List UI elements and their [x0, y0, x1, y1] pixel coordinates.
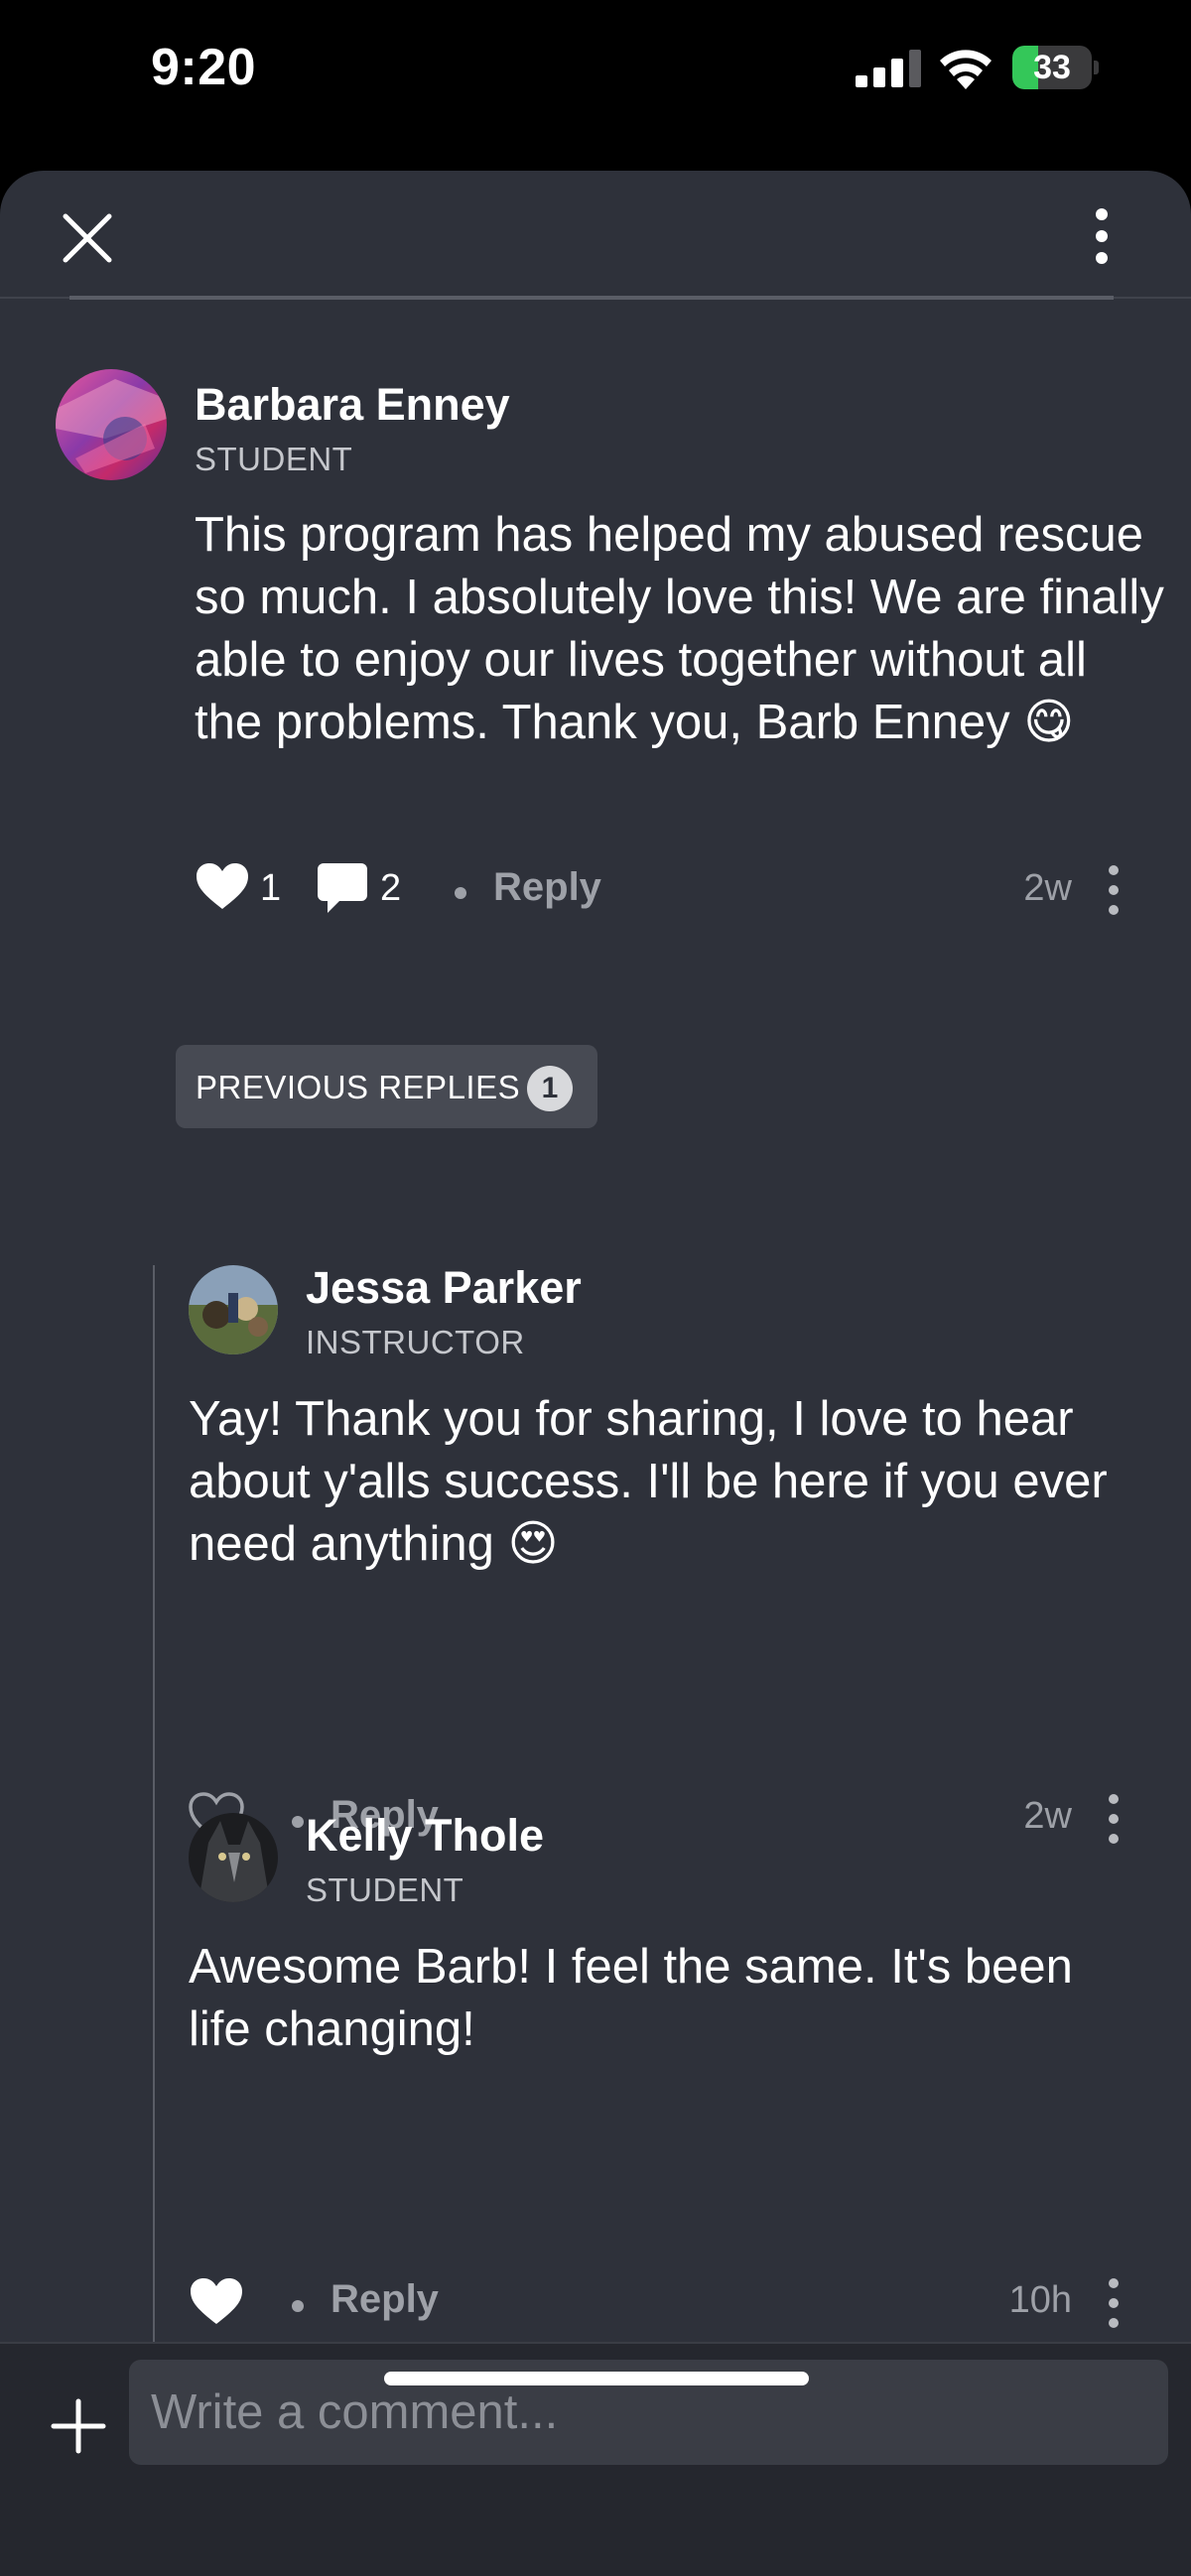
thread-line — [153, 1813, 155, 2355]
thread-line — [153, 1265, 155, 1847]
reply-author-role: STUDENT — [306, 1871, 464, 1908]
separator-dot — [292, 2300, 304, 2312]
composer-divider — [0, 2342, 1191, 2344]
reply-options-icon[interactable] — [1107, 2278, 1121, 2328]
comments-sheet: Barbara Enney STUDENT This program has h… — [0, 171, 1191, 2576]
avatar[interactable] — [189, 1813, 278, 1902]
post-author-role: STUDENT — [195, 441, 353, 477]
post-author-name[interactable]: Barbara Enney — [195, 379, 510, 431]
reply-options-icon[interactable] — [1107, 1794, 1121, 1844]
reply-author-role: INSTRUCTOR — [306, 1324, 525, 1360]
avatar[interactable] — [189, 1265, 278, 1354]
separator-dot — [292, 1816, 304, 1828]
home-indicator[interactable] — [384, 2372, 809, 2385]
previous-replies-count: 1 — [527, 1066, 573, 1111]
reply-timestamp: 10h — [1008, 2279, 1072, 2321]
reply-button[interactable]: Reply — [331, 2277, 439, 2322]
post-text: This program has helped my abused rescue… — [195, 508, 1164, 749]
previous-replies-button[interactable]: PREVIOUS REPLIES 1 — [176, 1045, 597, 1128]
close-icon[interactable] — [56, 206, 119, 270]
reply-timestamp: 2w — [1023, 1795, 1072, 1837]
post-timestamp: 2w — [1023, 867, 1072, 909]
vertical-ellipsis-icon[interactable] — [1082, 204, 1122, 268]
battery-icon: 33 — [1012, 46, 1099, 89]
scroll-indicator — [69, 296, 1114, 300]
status-time: 9:20 — [151, 39, 257, 96]
reply-author-name[interactable]: Jessa Parker — [306, 1262, 582, 1314]
like-count: 1 — [260, 867, 282, 909]
reply-text: Yay! Thank you for sharing, I love to he… — [189, 1392, 1108, 1571]
comment-count: 2 — [380, 867, 402, 909]
wifi-icon — [940, 50, 992, 89]
plus-icon[interactable] — [50, 2397, 107, 2455]
post-options-icon[interactable] — [1107, 865, 1121, 915]
reply-text: Awesome Barb! I feel the same. It's been… — [189, 1940, 1073, 2056]
avatar[interactable] — [56, 369, 167, 480]
top-bar — [0, 171, 1191, 298]
battery-level: 33 — [1033, 49, 1071, 86]
reply-author-name[interactable]: Kelly Thole — [306, 1810, 544, 1862]
cellular-signal-icon — [856, 50, 921, 87]
heart-icon[interactable] — [187, 2274, 246, 2328]
reply-button[interactable]: Reply — [493, 865, 601, 910]
previous-replies-label: PREVIOUS REPLIES — [196, 1069, 521, 1105]
heart-icon[interactable] — [195, 861, 250, 911]
status-bar: 9:20 33 — [0, 0, 1191, 159]
separator-dot — [455, 887, 466, 899]
comment-bubble-icon[interactable] — [316, 861, 369, 915]
